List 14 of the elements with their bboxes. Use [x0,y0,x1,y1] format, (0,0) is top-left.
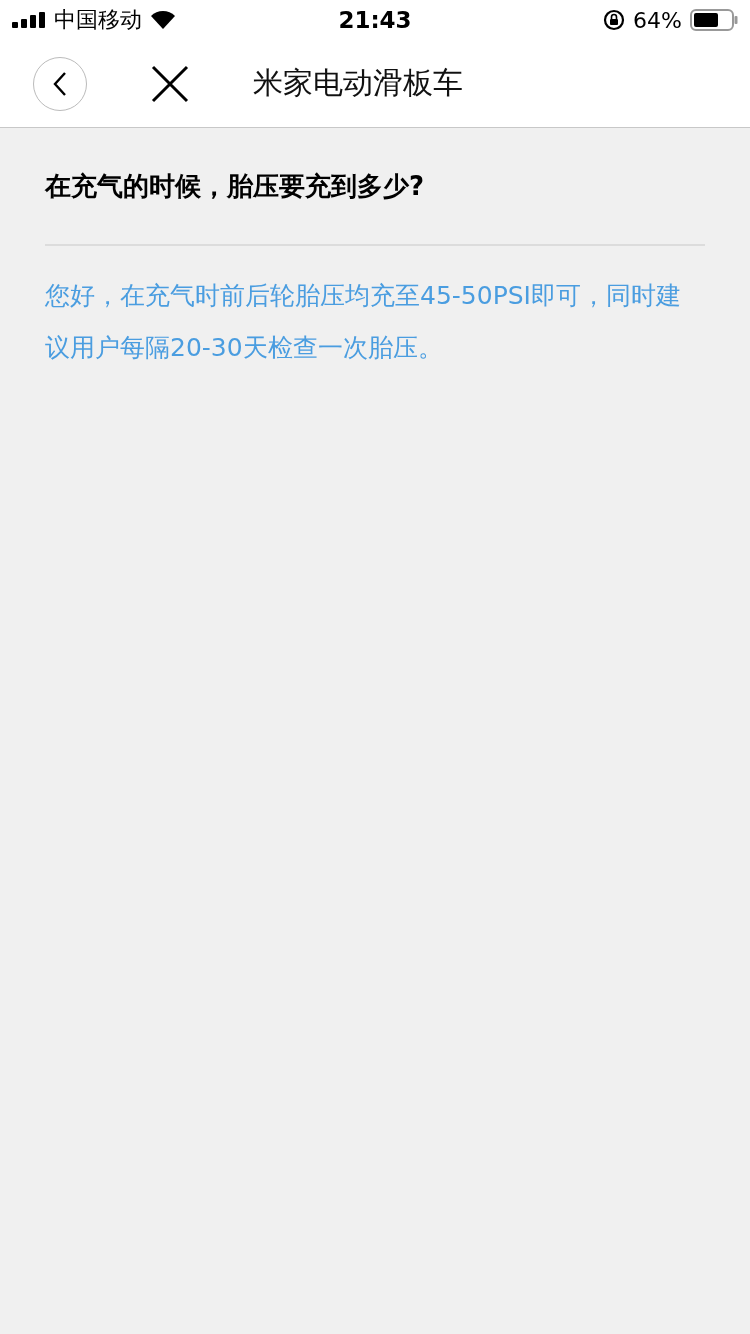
question-text: 在充气的时候，胎压要充到多少? [45,170,426,203]
battery-percent: 64% [633,7,682,33]
status-time: 21:43 [337,7,413,33]
signal-icon [12,12,46,28]
page-title: 米家电动滑板车 [253,64,463,102]
carrier-name: 中国移动 [54,6,142,34]
back-button[interactable] [33,56,87,111]
battery-icon [690,9,738,31]
close-button[interactable] [151,64,189,103]
answer-text: 您好，在充气时前后轮胎压均充至45-50PSI即可，同时建议用户每隔20-30天检查一次胎压。 [45,280,682,364]
rotation-lock-icon [603,9,626,31]
wifi-icon [150,10,176,30]
back-icon [53,70,67,97]
close-icon [151,64,189,103]
